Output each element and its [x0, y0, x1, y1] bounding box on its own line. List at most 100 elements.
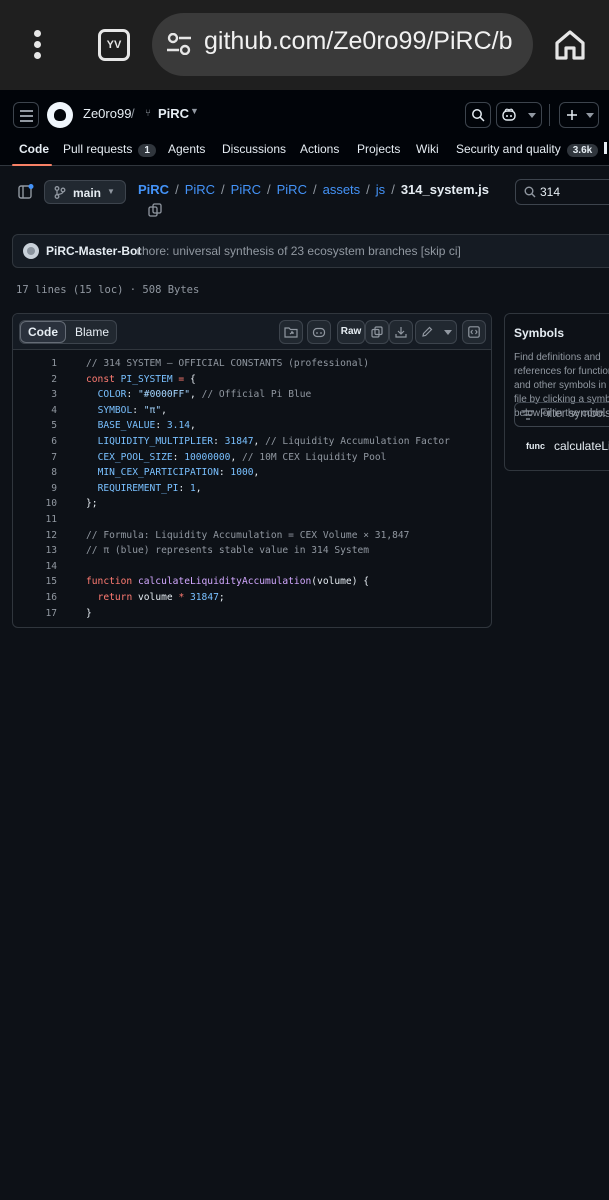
- code-line: 8 MIN_CEX_PARTICIPATION: 1000,: [13, 465, 491, 481]
- create-new-button[interactable]: [559, 102, 599, 128]
- github-logo-icon[interactable]: [47, 102, 73, 128]
- line-number[interactable]: 15: [13, 574, 57, 590]
- code-token: COLOR: [97, 389, 127, 401]
- breadcrumb: PiRC / PiRC / PiRC / PiRC / assets / js / 314_system…: [138, 182, 489, 197]
- edit-file-button[interactable]: [415, 320, 457, 344]
- tab-code[interactable]: Code: [19, 142, 49, 156]
- ask-copilot-button[interactable]: [307, 320, 331, 344]
- code-line: 17}: [13, 606, 491, 622]
- chevron-down-icon[interactable]: ▼: [190, 106, 199, 116]
- repo-owner-link[interactable]: Ze0ro99: [83, 106, 131, 121]
- search-input[interactable]: [540, 184, 609, 200]
- line-number[interactable]: 13: [13, 543, 57, 559]
- repo-name-link[interactable]: PiRC: [158, 106, 189, 121]
- breadcrumb-link[interactable]: PiRC: [185, 182, 215, 197]
- line-number[interactable]: 2: [13, 372, 57, 388]
- symbol-link[interactable]: calculateLiquidityAccumulation: [554, 439, 609, 453]
- expand-file-tree-icon[interactable]: [18, 184, 34, 200]
- tab-agents[interactable]: Agents: [168, 142, 205, 156]
- line-number[interactable]: 10: [13, 496, 57, 512]
- git-branch-icon: [54, 186, 66, 199]
- home-icon[interactable]: [553, 28, 587, 62]
- code-token: ,: [253, 436, 266, 447]
- site-settings-icon[interactable]: [166, 33, 192, 55]
- line-number[interactable]: 16: [13, 590, 57, 606]
- file-stats: 17 lines (15 loc) · 508 Bytes: [16, 284, 200, 296]
- more-options-icon[interactable]: [28, 30, 48, 60]
- copy-icon: [371, 326, 383, 338]
- download-button[interactable]: [389, 320, 413, 344]
- breadcrumb-link[interactable]: PiRC: [231, 182, 261, 197]
- breadcrumb-separator: /: [312, 182, 317, 197]
- line-number[interactable]: 14: [13, 559, 57, 575]
- code-token: }: [86, 607, 92, 619]
- breadcrumb-separator: /: [391, 182, 395, 197]
- line-number[interactable]: 3: [13, 387, 57, 403]
- filter-icon: [522, 410, 534, 420]
- breadcrumb-link[interactable]: assets: [323, 182, 361, 197]
- breadcrumb-link[interactable]: PiRC: [277, 182, 307, 197]
- code-token: // π (blue) represents stable value in 3…: [86, 545, 370, 557]
- security-counter: 3.6k: [566, 144, 599, 157]
- line-number[interactable]: 11: [13, 512, 57, 528]
- blame-view-button[interactable]: Blame: [66, 321, 118, 343]
- line-number[interactable]: 1: [13, 356, 57, 372]
- code-toolbar: Code Blame Raw: [13, 314, 491, 350]
- line-number[interactable]: 4: [13, 403, 57, 419]
- line-number[interactable]: 8: [13, 465, 57, 481]
- chevron-down-icon[interactable]: [528, 113, 536, 119]
- menu-button[interactable]: [13, 102, 39, 128]
- line-content: REQUIREMENT_PI: 1,: [86, 481, 202, 497]
- line-content: SYMBOL: "π",: [86, 403, 167, 419]
- line-number[interactable]: 6: [13, 434, 57, 450]
- line-number[interactable]: 5: [13, 418, 57, 434]
- line-content: return volume * 31847;: [86, 590, 225, 606]
- open-in-folder-button[interactable]: [279, 320, 303, 344]
- line-number[interactable]: 17: [13, 606, 57, 622]
- tab-pull-requests[interactable]: Pull requests 1: [63, 142, 156, 157]
- tab-label: Security and quality: [456, 142, 561, 156]
- breadcrumb-link[interactable]: PiRC: [138, 182, 169, 197]
- code-token: return: [97, 592, 133, 603]
- tab-switcher-icon[interactable]: YV: [98, 29, 130, 61]
- chevron-down-icon[interactable]: [444, 330, 452, 336]
- code-token: 31847: [224, 436, 254, 447]
- pull-requests-counter: 1: [138, 144, 156, 157]
- code-token: // Liquidity Accumulation Factor: [265, 436, 450, 447]
- code-token: "π": [143, 404, 162, 416]
- commit-author-link[interactable]: PiRC-Master-Bot: [46, 244, 141, 258]
- breadcrumb-link[interactable]: js: [376, 182, 385, 197]
- search-button[interactable]: [465, 102, 491, 128]
- address-bar[interactable]: github.com/Ze0ro99/PiRC/b: [152, 13, 533, 76]
- raw-button[interactable]: Raw: [337, 320, 365, 344]
- tab-security[interactable]: Security and quality 3.6k: [456, 142, 599, 157]
- line-number[interactable]: 12: [13, 528, 57, 544]
- tab-wiki[interactable]: Wiki: [416, 142, 439, 156]
- line-content: const PI_SYSTEM = {: [86, 372, 196, 388]
- tab-projects[interactable]: Projects: [357, 142, 400, 156]
- line-number[interactable]: 9: [13, 481, 57, 497]
- code-token: ;: [218, 592, 225, 603]
- go-to-file-search[interactable]: [515, 179, 609, 205]
- branch-selector[interactable]: main ▼: [44, 180, 126, 204]
- code-line: 6 LIQUIDITY_MULTIPLIER: 31847, // Liquid…: [13, 434, 491, 450]
- line-number[interactable]: 7: [13, 450, 57, 466]
- breadcrumb-separator: /: [267, 182, 271, 197]
- code-token: :: [155, 420, 167, 432]
- code-line: 15 function calculateLiquidityAccumulatio…: [13, 574, 491, 590]
- search-icon: [472, 109, 485, 122]
- copy-raw-button[interactable]: [365, 320, 389, 344]
- code-view-button[interactable]: Code: [20, 321, 66, 343]
- avatar[interactable]: [23, 243, 39, 259]
- tab-discussions[interactable]: Discussions: [222, 142, 286, 156]
- copilot-button[interactable]: [496, 102, 542, 128]
- tab-actions[interactable]: Actions: [300, 142, 339, 156]
- copy-path-icon[interactable]: [148, 203, 162, 217]
- commit-message[interactable]: chore: universal synthesis of 23 ecosyst…: [136, 244, 461, 258]
- filter-symbols-input[interactable]: Filter symbols: [514, 402, 609, 427]
- symbols-panel-button[interactable]: [462, 320, 486, 344]
